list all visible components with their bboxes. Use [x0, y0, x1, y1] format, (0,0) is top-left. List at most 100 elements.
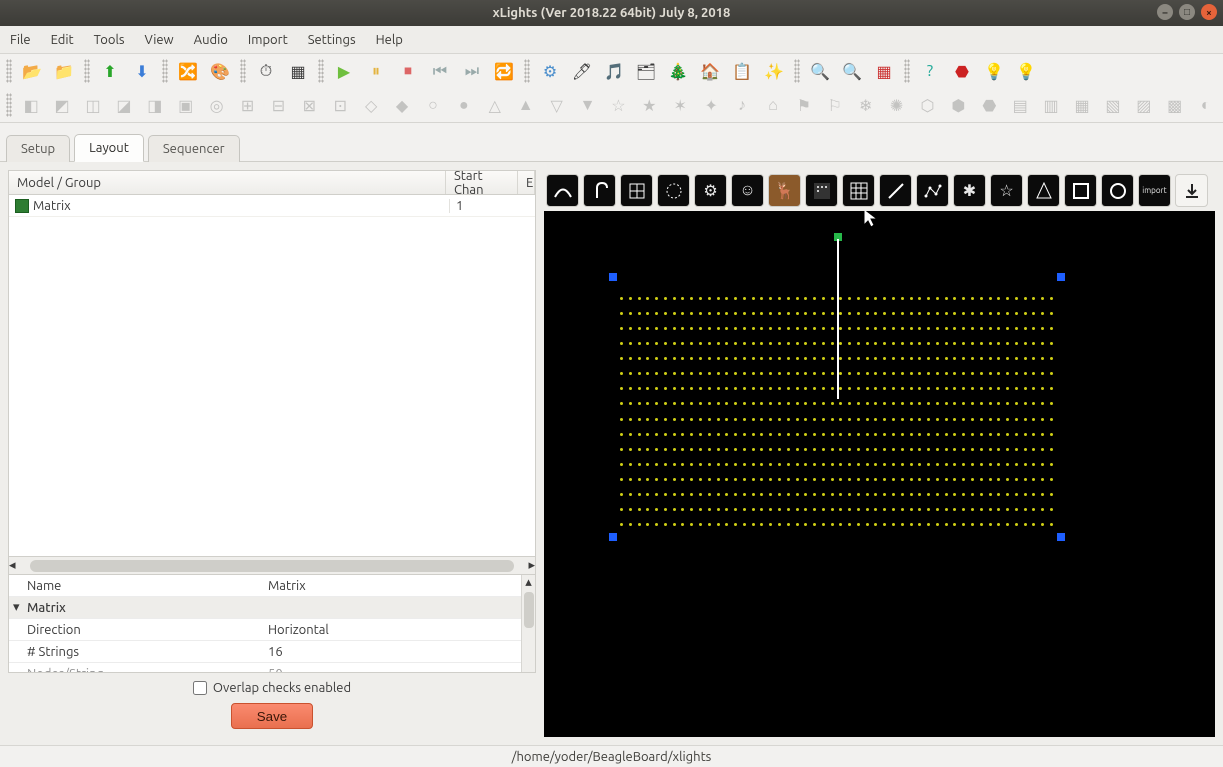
- collapse-icon[interactable]: ▾: [13, 600, 20, 615]
- clock-icon[interactable]: ⏱: [252, 57, 280, 85]
- snowflake-icon[interactable]: ✱: [953, 174, 986, 207]
- resize-handle-br[interactable]: [1057, 533, 1065, 541]
- menu-view[interactable]: View: [145, 33, 174, 47]
- music-note-icon[interactable]: 🎵: [600, 57, 628, 85]
- repeat-icon[interactable]: 🔁: [490, 57, 518, 85]
- scroll-thumb[interactable]: [524, 592, 534, 628]
- toolbar-grip-icon[interactable]: [318, 59, 324, 83]
- import-down-icon[interactable]: ⬇: [128, 57, 156, 85]
- matrix-icon[interactable]: [842, 174, 875, 207]
- zoom-red-icon[interactable]: 🔍: [838, 57, 866, 85]
- overlap-checkbox[interactable]: Overlap checks enabled: [193, 681, 351, 695]
- stop-icon[interactable]: ⏹: [394, 57, 422, 85]
- scroll-up-icon[interactable]: ▴: [522, 575, 535, 590]
- skip-fwd-icon[interactable]: ⏭: [458, 57, 486, 85]
- circle-icon[interactable]: [657, 174, 690, 207]
- menu-audio[interactable]: Audio: [194, 33, 228, 47]
- scroll-left-icon[interactable]: ◂: [9, 558, 16, 573]
- resize-handle-bl[interactable]: [609, 533, 617, 541]
- image-icon[interactable]: [805, 174, 838, 207]
- resize-handle-tl[interactable]: [609, 273, 617, 281]
- tab-setup[interactable]: Setup: [6, 135, 70, 162]
- toolbar-grip-icon[interactable]: [240, 59, 246, 83]
- house-icon[interactable]: 🏠: [696, 57, 724, 85]
- tab-sequencer[interactable]: Sequencer: [148, 135, 240, 162]
- prop-strings-value[interactable]: 16: [262, 645, 535, 659]
- bulb-dark-icon[interactable]: 💡: [980, 57, 1008, 85]
- menu-file[interactable]: File: [10, 33, 31, 47]
- header-start-chan[interactable]: Start Chan: [446, 171, 518, 194]
- gear-blue-icon[interactable]: ⚙: [536, 57, 564, 85]
- scroll-right-icon[interactable]: ▸: [528, 558, 535, 573]
- model-list-row[interactable]: Matrix 1: [9, 195, 535, 217]
- window-maximize-icon[interactable]: □: [1179, 4, 1195, 20]
- header-end-chan[interactable]: E: [518, 171, 535, 194]
- toolbar-grip-icon[interactable]: [794, 59, 800, 83]
- resize-handle-tr[interactable]: [1057, 273, 1065, 281]
- wand-icon[interactable]: 🖊: [568, 57, 596, 85]
- import-icon[interactable]: import: [1138, 174, 1171, 207]
- toolbar-grip-icon[interactable]: [162, 59, 168, 83]
- tree-icon[interactable]: [1027, 174, 1060, 207]
- deer-icon[interactable]: 🦌: [768, 174, 801, 207]
- boxes-icon[interactable]: 🗂: [632, 57, 660, 85]
- candycane-icon[interactable]: [583, 174, 616, 207]
- swap-icon[interactable]: 🔀: [174, 57, 202, 85]
- wreath-icon[interactable]: [1101, 174, 1134, 207]
- arch-icon[interactable]: [546, 174, 579, 207]
- vertical-scrollbar[interactable]: ▴: [521, 575, 535, 672]
- frame-icon[interactable]: [1064, 174, 1097, 207]
- scroll-thumb[interactable]: [30, 560, 515, 572]
- stop-red-icon[interactable]: ⬣: [948, 57, 976, 85]
- table-icon[interactable]: ▦: [284, 57, 312, 85]
- help-icon[interactable]: ?: [916, 57, 944, 85]
- preview-canvas[interactable]: [544, 211, 1215, 737]
- menu-edit[interactable]: Edit: [51, 33, 74, 47]
- toolbar-grip-icon[interactable]: [6, 59, 12, 83]
- prop-nodes-value[interactable]: 50: [262, 667, 535, 674]
- effect-icon: ▦: [1069, 91, 1096, 119]
- face-icon[interactable]: ☺: [731, 174, 764, 207]
- folder-open-icon[interactable]: 📂: [18, 57, 46, 85]
- model-list: Model / Group Start Chan E Matrix 1 ◂ ▸: [8, 170, 536, 575]
- line-icon[interactable]: [879, 174, 912, 207]
- export-up-icon[interactable]: ⬆: [96, 57, 124, 85]
- palette-icon[interactable]: 🎨: [206, 57, 234, 85]
- play-icon[interactable]: ▶: [330, 57, 358, 85]
- effect-icon: ⊠: [296, 91, 323, 119]
- tab-layout[interactable]: Layout: [74, 134, 144, 162]
- skip-back-icon[interactable]: ⏮: [426, 57, 454, 85]
- prop-nodes-key: Nodes/String: [27, 667, 262, 674]
- menubar: File Edit Tools View Audio Import Settin…: [0, 26, 1223, 54]
- sparkle-icon[interactable]: ✨: [760, 57, 788, 85]
- toolbar-grip-icon[interactable]: [524, 59, 530, 83]
- star-icon[interactable]: ☆: [990, 174, 1023, 207]
- menu-help[interactable]: Help: [376, 33, 403, 47]
- toolbar-grip-icon[interactable]: [904, 59, 910, 83]
- zoom-in-icon[interactable]: 🔍: [806, 57, 834, 85]
- folder-new-icon[interactable]: 📁: [50, 57, 78, 85]
- prop-direction-value[interactable]: Horizontal: [262, 623, 535, 637]
- window-icon[interactable]: [620, 174, 653, 207]
- menu-import[interactable]: Import: [248, 33, 288, 47]
- clipboard-icon[interactable]: 📋: [728, 57, 756, 85]
- horizontal-scrollbar[interactable]: ◂ ▸: [9, 556, 535, 574]
- prop-section[interactable]: Matrix: [27, 601, 262, 615]
- gear-icon[interactable]: ⚙: [694, 174, 727, 207]
- poly-icon[interactable]: [916, 174, 949, 207]
- window-close-icon[interactable]: ×: [1201, 4, 1217, 20]
- grid-red-icon[interactable]: ▦: [870, 57, 898, 85]
- menu-settings[interactable]: Settings: [308, 33, 356, 47]
- toolbar-grip-icon[interactable]: [6, 93, 12, 117]
- prop-name-value[interactable]: Matrix: [262, 579, 535, 593]
- save-button[interactable]: Save: [231, 703, 313, 729]
- window-minimize-icon[interactable]: –: [1157, 4, 1173, 20]
- menu-tools[interactable]: Tools: [94, 33, 125, 47]
- pause-icon[interactable]: ⏸: [362, 57, 390, 85]
- header-model-group[interactable]: Model / Group: [9, 171, 446, 194]
- bulb-light-icon[interactable]: 💡: [1012, 57, 1040, 85]
- tree-pink-icon[interactable]: 🎄: [664, 57, 692, 85]
- overlap-checkbox-input[interactable]: [193, 681, 207, 695]
- download-icon[interactable]: [1175, 174, 1208, 207]
- toolbar-grip-icon[interactable]: [84, 59, 90, 83]
